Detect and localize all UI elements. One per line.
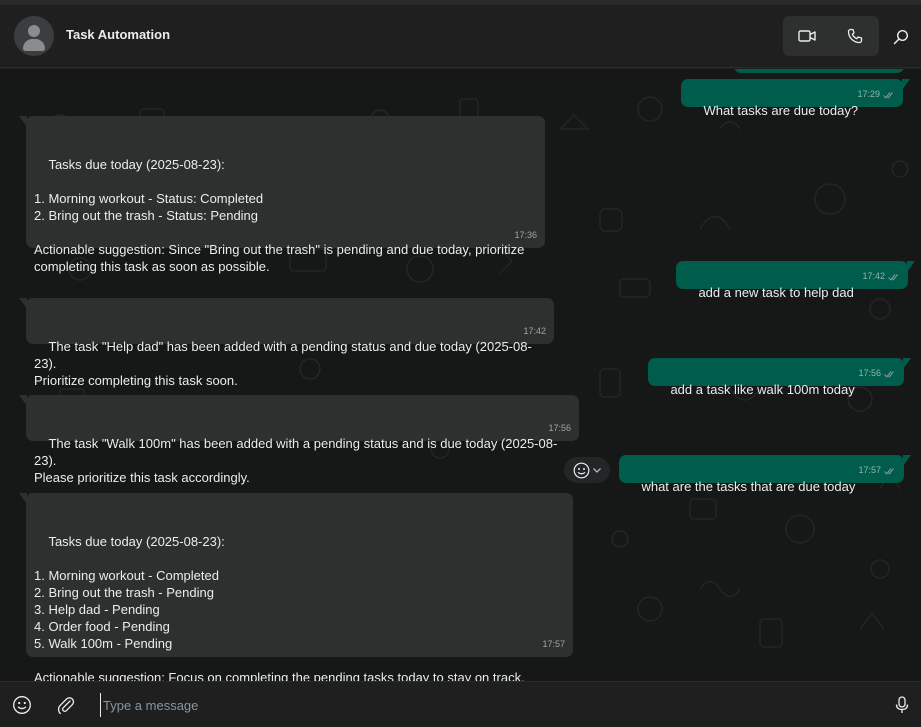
emoji-icon [13,696,31,714]
message-bubble-incoming[interactable]: The task "Help dad" has been added with … [19,298,554,388]
message-bubble-incoming[interactable]: Tasks due today (2025-08-23): 1. Morning… [19,493,573,681]
message-input[interactable] [100,693,860,717]
bubble-tail [19,116,27,127]
message-bubble-outgoing[interactable]: add a task like walk 100m today 17:56 [648,358,911,397]
video-call-button[interactable] [783,16,831,56]
bubble-tail [902,79,910,90]
smiley-icon [573,462,589,478]
attach-button[interactable] [56,695,76,715]
message-time: 17:42 [862,268,900,285]
chevron-down-icon [592,468,601,473]
message-bubble-outgoing[interactable]: What tasks are due today? 17:29 [681,79,910,118]
call-button-group [783,16,879,56]
voice-call-button[interactable] [831,16,879,56]
message-bubble-incoming[interactable]: Tasks due today (2025-08-23): 1. Morning… [19,116,545,274]
message-time: 17:57 [542,639,565,649]
microphone-icon [895,696,909,713]
message-text: add a task like walk 100m today [670,382,855,397]
chat-area[interactable]: What tasks are due today? 17:29 Tasks du… [0,69,921,681]
search-icon [893,29,909,45]
chat-title[interactable]: Task Automation [66,27,170,42]
microphone-button[interactable] [892,695,912,715]
message-text: what are the tasks that are due today [641,479,856,494]
voice-call-icon [847,28,863,44]
chat-header: Task Automation [0,5,921,68]
read-receipt-icon [884,467,894,475]
bubble-tail [19,395,27,406]
message-time: 17:57 [858,462,896,479]
message-bubble-outgoing[interactable]: add a new task to help dad 17:42 [676,261,915,300]
read-receipt-icon [888,273,898,281]
avatar[interactable] [14,16,54,56]
message-text: Tasks due today (2025-08-23): 1. Morning… [34,157,525,274]
message-bubble-incoming[interactable]: The task "Walk 100m" has been added with… [19,395,579,485]
bubble-tail [903,455,911,466]
reaction-button[interactable] [564,457,610,483]
avatar-body [23,39,45,51]
emoji-button[interactable] [12,695,32,715]
message-text: What tasks are due today? [703,103,859,118]
read-receipt-icon [883,91,893,99]
bubble-tail [19,493,27,504]
bubble-tail [19,298,27,309]
message-time: 17:56 [858,365,896,382]
search-button[interactable] [888,24,914,50]
previous-message-peek [734,69,904,73]
message-time: 17:56 [548,423,571,433]
bubble-tail [907,261,915,272]
message-bubble-outgoing[interactable]: what are the tasks that are due today 17… [619,455,911,494]
message-time: 17:36 [514,230,537,240]
paperclip-icon [57,697,75,715]
message-text: add a new task to help dad [698,285,854,300]
message-time: 17:42 [523,326,546,336]
video-call-icon [798,30,816,42]
bubble-tail [903,358,911,369]
read-receipt-icon [884,370,894,378]
avatar-head [28,25,40,37]
message-composer [0,681,921,727]
message-time: 17:29 [857,86,895,103]
